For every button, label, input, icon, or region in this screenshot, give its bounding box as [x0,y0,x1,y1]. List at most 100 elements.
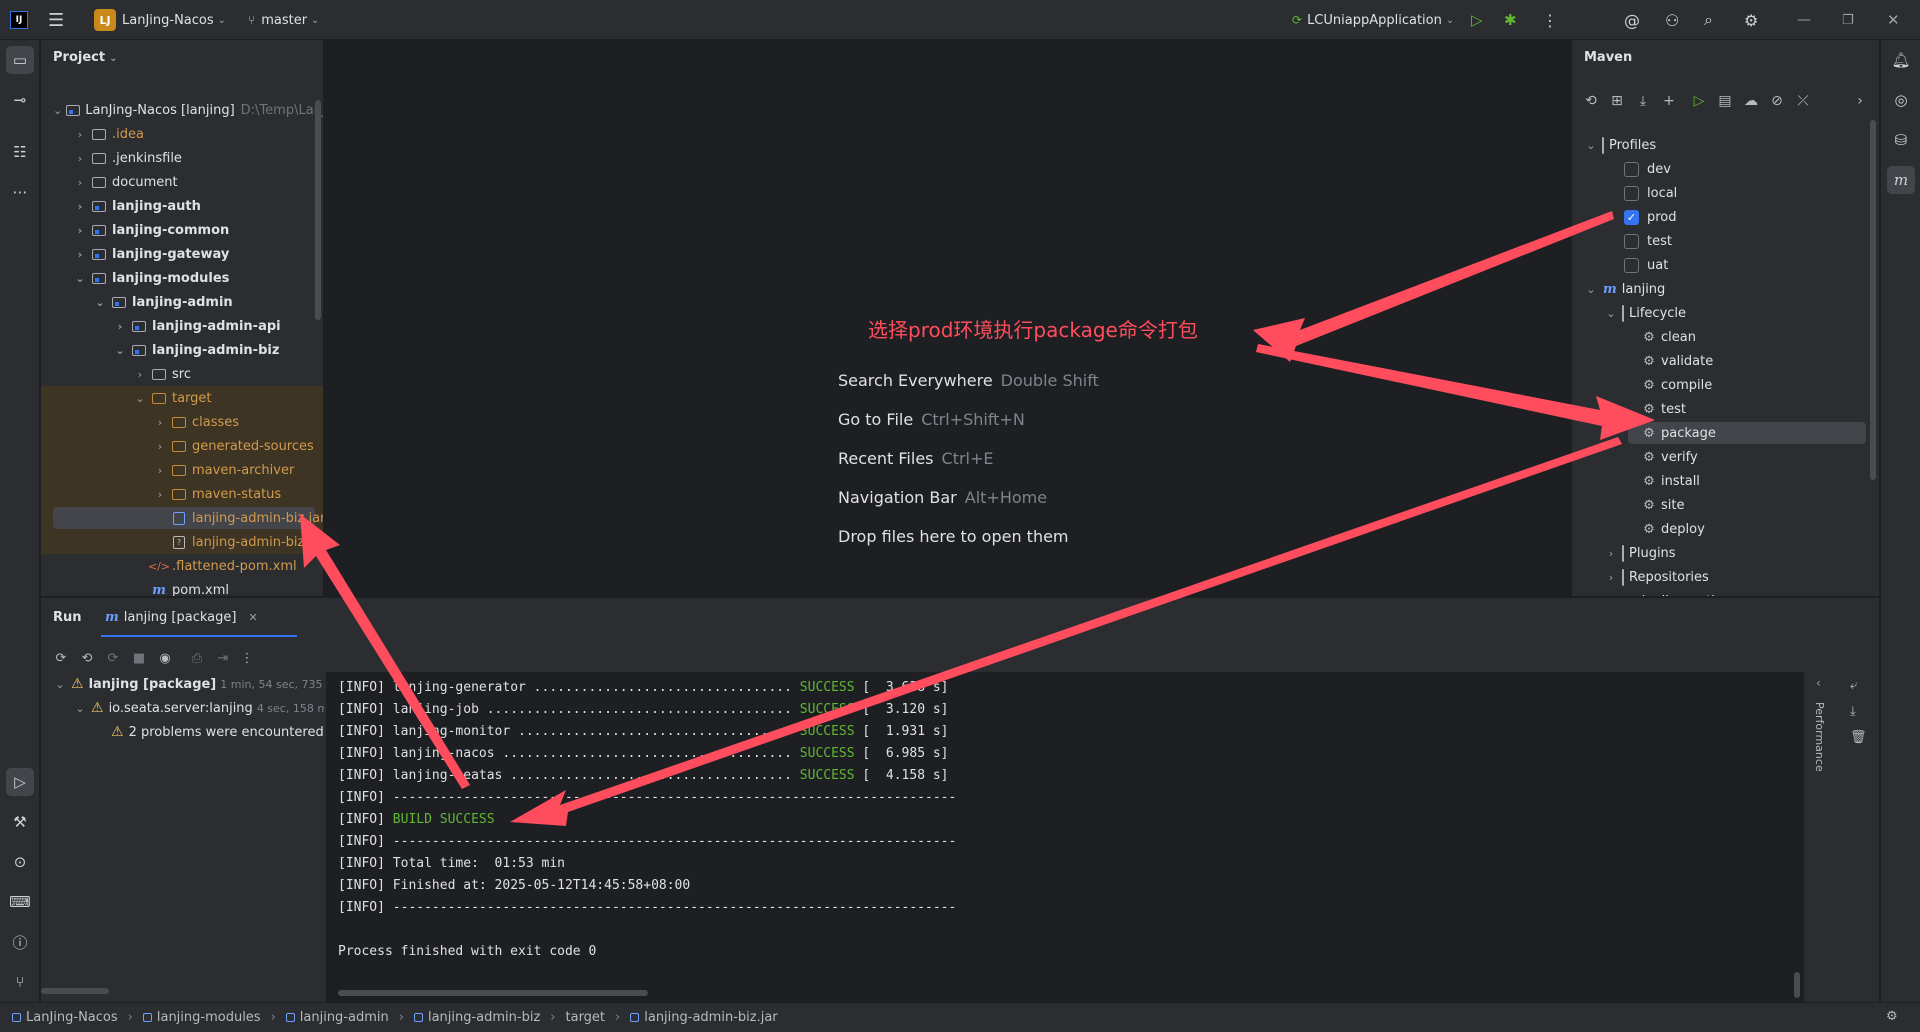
settings-gear-icon[interactable]: ⚙ [1744,0,1758,40]
lifecycle-test[interactable]: ⚙ test [1572,397,1872,421]
breadcrumb-item[interactable]: target [566,1010,606,1025]
app-logo[interactable]: IJ [10,0,28,40]
more-icon[interactable]: ⋮ [237,646,257,670]
tree-item-src[interactable]: › src [41,362,323,386]
ai-assistant-icon[interactable]: @ [1624,0,1640,40]
lifecycle-install[interactable]: ⚙ install [1572,469,1872,493]
profile-uat[interactable]: uat [1572,253,1872,277]
tree-item-maven-status[interactable]: › maven-status [41,482,323,506]
lifecycle-package-selected[interactable]: ⚙ package [1572,421,1872,445]
scroll-to-end-icon[interactable]: ⤓ [1850,704,1856,719]
tree-item-lanjing-gateway[interactable]: › lanjing-gateway [41,242,323,266]
tree-item-flattened-pom[interactable]: </> .flattened-pom.xml [41,554,323,578]
debug-icon[interactable]: ✱ [1504,0,1517,40]
maven-project-lanjing[interactable]: ⌄ m lanjing [1572,277,1872,301]
tree-item-idea[interactable]: › .idea [41,122,323,146]
database-icon[interactable]: ⛁ [1887,126,1915,154]
offline-icon[interactable]: ☁ [1740,90,1762,112]
indexing-status-icon[interactable]: ⚙ [1886,1009,1898,1024]
tree-item-generated-sources[interactable]: › generated-sources [41,434,323,458]
run-tree-module[interactable]: ⌄ ⚠ io.seata.server:lanjing 4 sec, 158 m… [73,696,324,720]
lifecycle-site[interactable]: ⚙ site [1572,493,1872,517]
shortcut-navigation-bar[interactable]: Navigation Bar Alt+Home [838,488,1047,507]
checkbox[interactable] [1624,185,1639,201]
maven-scrollbar[interactable] [1870,120,1876,480]
tree-item-pom[interactable]: m pom.xml [41,578,323,597]
structure-tool-icon[interactable]: ☷ [6,138,34,166]
add-user-icon[interactable]: ⚇ [1665,0,1679,40]
soft-wrap-icon[interactable]: ⤶ [1850,678,1857,693]
expand-panel-icon[interactable]: › [1849,90,1871,112]
tree-item-jar-selected[interactable]: lanjing-admin-biz.jar [41,506,323,530]
maven-project-lanjing-auth[interactable]: › m lanjing-auth [1572,589,1872,597]
add-folder-icon[interactable]: ⊞ [1606,90,1628,112]
problems-tool-icon[interactable]: ⓘ [6,928,34,956]
maven-lifecycle[interactable]: ⌄ Lifecycle [1572,301,1872,325]
shortcut-search-everywhere[interactable]: Search Everywhere Double Shift [838,371,1099,390]
tree-item-classes[interactable]: › classes [41,410,323,434]
tree-item-jenkinsfile[interactable]: › .jenkinsfile [41,146,323,170]
screenshot-icon[interactable]: ⎙ [187,646,207,670]
run-tab[interactable]: Run [53,610,82,625]
profile-dev[interactable]: dev [1572,157,1872,181]
run-tree-root[interactable]: ⌄ ⚠ lanjing [package] 1 min, 54 sec, 735… [53,672,324,696]
maven-tool-icon[interactable]: m [1887,166,1915,194]
shortcut-recent-files[interactable]: Recent Files Ctrl+E [838,449,993,468]
tree-item-document[interactable]: › document [41,170,323,194]
terminal-tool-icon[interactable]: ⌨ [6,888,34,916]
tree-item-lanjing-modules[interactable]: ⌄ lanjing-modules [41,266,323,290]
checkbox[interactable] [1624,233,1639,249]
console-v-scrollbar[interactable] [1794,972,1800,998]
commit-tool-icon[interactable]: ⊸ [6,86,34,114]
breadcrumb-item[interactable]: lanjing-admin-biz [413,1010,540,1025]
ai-chat-icon[interactable]: ◎ [1887,86,1915,114]
run-tree-scrollbar[interactable] [41,988,109,994]
run-tree-problems[interactable]: ⚠ 2 problems were encountered wh [111,720,324,744]
collapse-arrow-icon[interactable]: ‹ [1816,676,1821,690]
breadcrumb-item[interactable]: LanJing-Nacos [12,1010,118,1025]
console-h-scrollbar[interactable] [338,990,648,996]
search-icon[interactable]: ⌕ [1704,0,1713,40]
checkbox[interactable] [1624,161,1639,177]
clear-trash-icon[interactable]: 🗑︎ [1850,730,1867,745]
lifecycle-verify[interactable]: ⚙ verify [1572,445,1872,469]
tree-item-jar-original[interactable]: ? lanjing-admin-biz.ja [41,530,323,554]
collapse-icon[interactable]: ⤫ [1792,90,1814,112]
profile-test[interactable]: test [1572,229,1872,253]
export-icon[interactable]: ⇥ [213,646,233,670]
download-icon[interactable]: ⤓ [1632,90,1654,112]
breadcrumb-item[interactable]: lanjing-admin-biz.jar [630,1010,778,1025]
run-tool-icon[interactable]: ▷ [6,768,34,796]
tree-item-target[interactable]: ⌄ target [41,386,323,410]
tree-item-lanjing-auth[interactable]: › lanjing-auth [41,194,323,218]
run-config-selector[interactable]: ⟳ LCUniappApplication ⌄ [1292,0,1454,40]
build-tool-icon[interactable]: ⚒ [6,808,34,836]
more-icon[interactable]: ⋮ [1542,0,1558,40]
lifecycle-validate[interactable]: ⚙ validate [1572,349,1872,373]
checkbox-checked[interactable]: ✓ [1624,209,1639,225]
reload-icon[interactable]: ⟲ [1580,90,1602,112]
stop-icon[interactable]: ■ [129,646,149,670]
checkbox[interactable] [1624,257,1639,273]
close-tab-icon[interactable]: ✕ [248,611,257,624]
skip-tests-icon[interactable]: ⊘ [1766,90,1788,112]
main-menu-icon[interactable]: ☰ [48,0,64,40]
breadcrumb-item[interactable]: lanjing-modules [142,1010,261,1025]
rerun-failed-icon[interactable]: ⟲ [77,646,97,670]
project-tool-icon[interactable]: ▭ [6,46,34,74]
branch-switcher[interactable]: ⑂ master ⌄ [248,0,319,40]
services-tool-icon[interactable]: ⊙ [6,848,34,876]
rerun-icon[interactable]: ⟳ [51,646,71,670]
lifecycle-compile[interactable]: ⚙ compile [1572,373,1872,397]
tree-item-lanjing-common[interactable]: › lanjing-common [41,218,323,242]
run-icon[interactable]: ▷ [1471,0,1483,40]
maven-repositories[interactable]: › Repositories [1572,565,1872,589]
console-output[interactable]: [INFO] lanjing-seata ...................… [326,672,1804,1003]
close-window-icon[interactable]: ✕ [1887,0,1900,40]
notifications-icon[interactable]: 🔔︎ [1887,46,1915,74]
run-maven-icon[interactable]: ▷ [1688,90,1710,112]
git-tool-icon[interactable]: ⑂ [6,968,34,996]
profile-local[interactable]: local [1572,181,1872,205]
restore-icon[interactable]: ❐ [1842,0,1854,40]
run-config-tab[interactable]: m lanjing [package] ✕ [105,610,258,625]
